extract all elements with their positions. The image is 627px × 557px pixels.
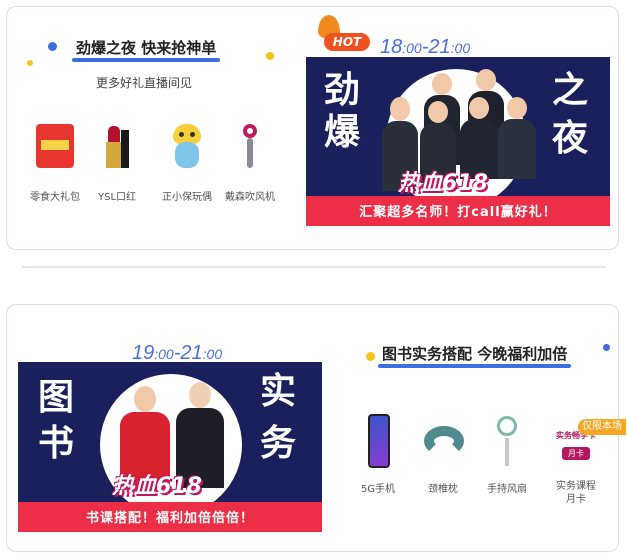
banner-slogan: 书课搭配！福利加倍倍倍！ [85, 511, 254, 526]
card1-subtitle: 更多好礼直播间见 [96, 76, 193, 90]
limited-tag: 仅限本场 [578, 419, 626, 435]
decor-dot-yellow [27, 60, 33, 66]
hand-fan-icon [484, 414, 530, 470]
banner-char: 务 [260, 423, 297, 464]
banner-char: 书 [38, 423, 75, 464]
banner-char: 劲 [324, 70, 361, 111]
neck-pillow-icon [420, 414, 466, 470]
section-divider [22, 266, 606, 268]
decor-dot-yellow [366, 352, 375, 361]
event-banner-books[interactable]: 图 书 实 务 热血618 书课搭配！福利加倍倍倍！ [18, 362, 322, 532]
gift-label: 戴森吹风机 [225, 192, 275, 203]
banner-char: 实 [260, 371, 297, 412]
banner-char: 夜 [552, 118, 589, 159]
phone-icon [355, 414, 401, 470]
banner-char: 之 [552, 70, 589, 111]
hair-dryer-icon [227, 122, 273, 178]
lecturer-photo [498, 97, 536, 187]
course-card-sub: 月卡 [562, 447, 590, 460]
gift-label: 手持风扇 [487, 484, 527, 495]
card2-title: 图书实务搭配 今晚福利加倍 [378, 343, 572, 368]
card1-title: 劲爆之夜 快来抢神单 [72, 37, 221, 62]
live-time-range: 18:00-21:00 [380, 36, 471, 58]
event-banner-jinbao[interactable]: 劲 爆 之 夜 热血618 汇聚超多名师！打call赢好礼！ [306, 57, 610, 226]
gift-item[interactable]: YSL口红 [79, 122, 155, 203]
decor-dot-blue [48, 42, 57, 51]
hot-badge: HOT [324, 33, 370, 51]
gift-label: 实务课程 月卡 [556, 481, 596, 505]
snack-bag-icon [32, 122, 78, 178]
banner-char: 图 [38, 377, 75, 418]
decor-dot-yellow [266, 52, 274, 60]
gift-label: YSL口红 [97, 192, 137, 203]
gift-item[interactable]: 戴森吹风机 [212, 122, 288, 203]
plush-toy-icon [164, 122, 210, 178]
gift-item[interactable]: 实务畅学卡 月卡 实务课程 月卡 [537, 430, 615, 506]
decor-dot-blue [603, 344, 610, 351]
event-name: 热血618 [112, 474, 202, 499]
banner-slogan: 汇聚超多名师！打call赢好礼！ [359, 205, 557, 220]
banner-char: 爆 [324, 112, 361, 153]
course-card-icon: 实务畅学卡 月卡 [544, 430, 608, 470]
gift-item[interactable]: 手持风扇 [469, 414, 545, 495]
lipstick-icon [94, 122, 140, 178]
event-name: 热血618 [398, 171, 488, 196]
